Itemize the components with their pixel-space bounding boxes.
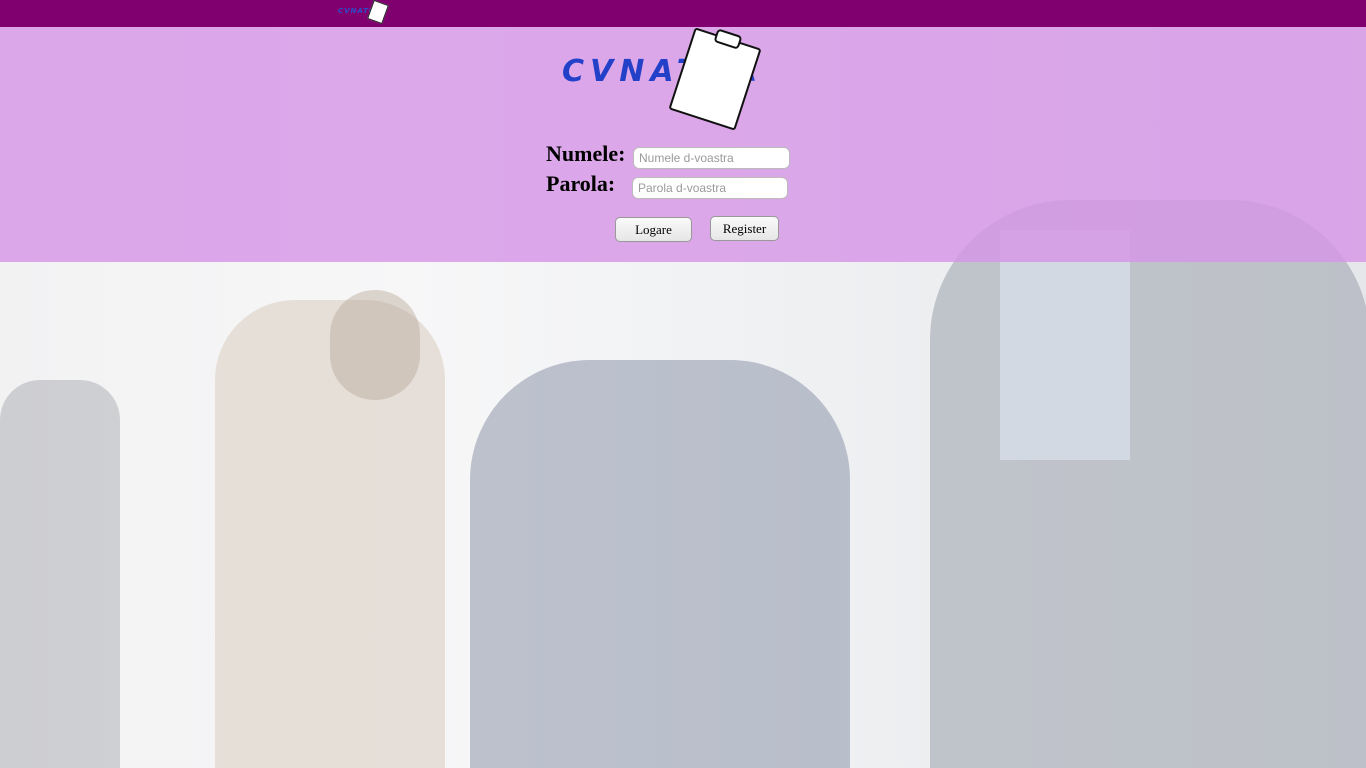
password-label: Parola: xyxy=(546,171,616,196)
clipboard-icon xyxy=(668,27,762,131)
mini-clipboard-icon xyxy=(367,0,389,25)
password-input[interactable] xyxy=(632,177,788,199)
login-button[interactable]: Logare xyxy=(615,217,692,242)
name-input[interactable] xyxy=(633,147,790,169)
top-bar: CVNATOR xyxy=(0,0,1366,27)
name-label: Numele: xyxy=(546,141,626,166)
register-button[interactable]: Register xyxy=(710,216,779,241)
clip-icon xyxy=(713,28,743,50)
mini-logo[interactable]: CVNATOR xyxy=(338,0,390,25)
site-logo: CVNATOR xyxy=(560,27,762,131)
